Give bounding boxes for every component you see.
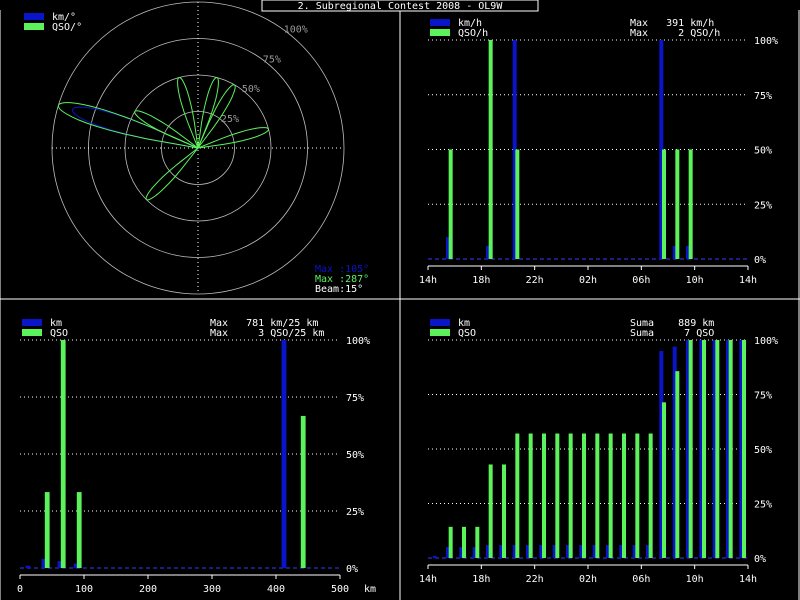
y-tick-label: 100%: [754, 36, 778, 47]
legend-swatch-qso: [430, 329, 450, 336]
y-tick-label: 25%: [346, 507, 364, 518]
x-tick-label: 14h: [739, 574, 757, 585]
qso-bar: [662, 149, 666, 259]
qso-bar: [448, 526, 453, 558]
x-tick-label: 500: [331, 584, 349, 595]
legend-label-qso: QSO: [458, 328, 476, 339]
y-tick-label: 100%: [754, 336, 778, 347]
qso-bar: [688, 340, 693, 558]
x-tick-label: 0: [17, 584, 23, 595]
by-distance-panel: kmQSOMax 781 km/25 kmMax 3 QSO/25 km100%…: [17, 318, 376, 595]
qso-bar: [728, 340, 733, 558]
qso-bar: [582, 433, 586, 558]
x-tick-label: 400: [267, 584, 285, 595]
legend-label-qso: QSO/h: [458, 28, 488, 39]
qso-bar: [702, 340, 706, 558]
qso-bar: [448, 149, 453, 259]
qso-bar: [622, 433, 626, 558]
contest-statistics-canvas: 2. Subregional Contest 2008 - OL9W km/°Q…: [0, 0, 800, 600]
qso-bar: [44, 492, 50, 568]
qso-bar: [515, 149, 520, 259]
x-tick-label: 14h: [419, 275, 437, 286]
qso-bar: [542, 433, 546, 558]
y-tick-label: 75%: [754, 91, 772, 102]
x-tick-label: 10h: [686, 275, 704, 286]
polar-ring-label: 25%: [221, 114, 239, 125]
qso-bar: [555, 433, 560, 558]
qso-bar: [76, 492, 82, 568]
legend-swatch-km: [24, 13, 44, 20]
x-unit-label: km: [364, 584, 376, 595]
y-tick-label: 25%: [754, 500, 772, 511]
legend-swatch-qso: [24, 23, 44, 30]
x-tick-label: 18h: [472, 574, 490, 585]
x-tick-label: 18h: [472, 275, 490, 286]
x-tick-label: 06h: [632, 574, 650, 585]
beam-width: Beam:15°: [315, 284, 363, 295]
x-tick-label: 14h: [739, 275, 757, 286]
chart-title: 2. Subregional Contest 2008 - OL9W: [298, 1, 504, 12]
qso-bar: [515, 433, 520, 558]
x-tick-label: 100: [75, 584, 93, 595]
x-tick-label: 300: [203, 584, 221, 595]
qso-bar: [715, 340, 720, 558]
km-bar: [432, 555, 437, 558]
qso-bar: [595, 433, 600, 558]
legend-swatch-km: [430, 319, 450, 326]
max-line-qso: Max 3 QSO/25 km: [210, 328, 324, 339]
x-tick-label: 22h: [526, 275, 544, 286]
qso-bar: [488, 464, 493, 558]
y-tick-label: 0%: [754, 554, 766, 565]
qso-bar: [742, 340, 746, 558]
y-tick-label: 75%: [346, 393, 364, 404]
y-tick-label: 100%: [346, 336, 370, 347]
by-hour-panel: km/hQSO/hMax 391 km/hMax 2 QSO/h100%75%5…: [419, 18, 778, 286]
legend-label-qso: QSO/°: [52, 22, 82, 33]
y-tick-label: 0%: [754, 255, 766, 266]
qso-bar: [675, 371, 680, 558]
polar-panel: km/°QSO/° 100%75%50%25%Max :105°Max :287°…: [24, 1, 369, 295]
x-tick-label: 10h: [686, 574, 704, 585]
x-tick-label: 22h: [526, 574, 544, 585]
qso-bar: [502, 464, 506, 558]
qso-bar: [608, 433, 613, 558]
x-tick-label: 06h: [632, 275, 650, 286]
cumulative-panel: kmQSOSuma 889 kmSuma 7 QSO100%75%50%25%0…: [419, 318, 778, 585]
qso-bar: [488, 40, 493, 259]
max-line-qso: Suma 7 QSO: [630, 328, 714, 339]
x-tick-label: 02h: [579, 574, 597, 585]
x-tick-label: 14h: [419, 574, 437, 585]
x-tick-label: 200: [139, 584, 157, 595]
km-bar: [281, 340, 287, 568]
legend-label-qso: QSO: [50, 328, 68, 339]
qso-bar: [662, 402, 666, 558]
legend-swatch-qso: [430, 29, 450, 36]
qso-bar: [635, 433, 640, 558]
qso-bar: [60, 340, 66, 568]
y-tick-label: 75%: [754, 391, 772, 402]
legend-swatch-km: [22, 319, 42, 326]
polar-ring-label: 75%: [263, 54, 281, 65]
y-tick-label: 50%: [754, 146, 772, 157]
qso-bar: [675, 149, 680, 259]
polar-ring-label: 50%: [242, 84, 260, 95]
qso-bar: [462, 526, 466, 558]
y-tick-label: 50%: [754, 445, 772, 456]
qso-bar: [648, 433, 653, 558]
qso-bar: [688, 149, 693, 259]
km-bar: [25, 565, 31, 568]
qso-bar: [568, 433, 573, 558]
legend-swatch-qso: [22, 329, 42, 336]
y-tick-label: 25%: [754, 200, 772, 211]
max-line-qso: Max 2 QSO/h: [630, 28, 720, 39]
polar-ring-label: 100%: [284, 24, 308, 35]
qso-bar: [300, 415, 306, 568]
y-tick-label: 50%: [346, 450, 364, 461]
x-tick-label: 02h: [579, 275, 597, 286]
qso-bar: [528, 433, 533, 558]
legend-swatch-km: [430, 19, 450, 26]
y-tick-label: 0%: [346, 564, 358, 575]
qso-bar: [475, 526, 480, 558]
